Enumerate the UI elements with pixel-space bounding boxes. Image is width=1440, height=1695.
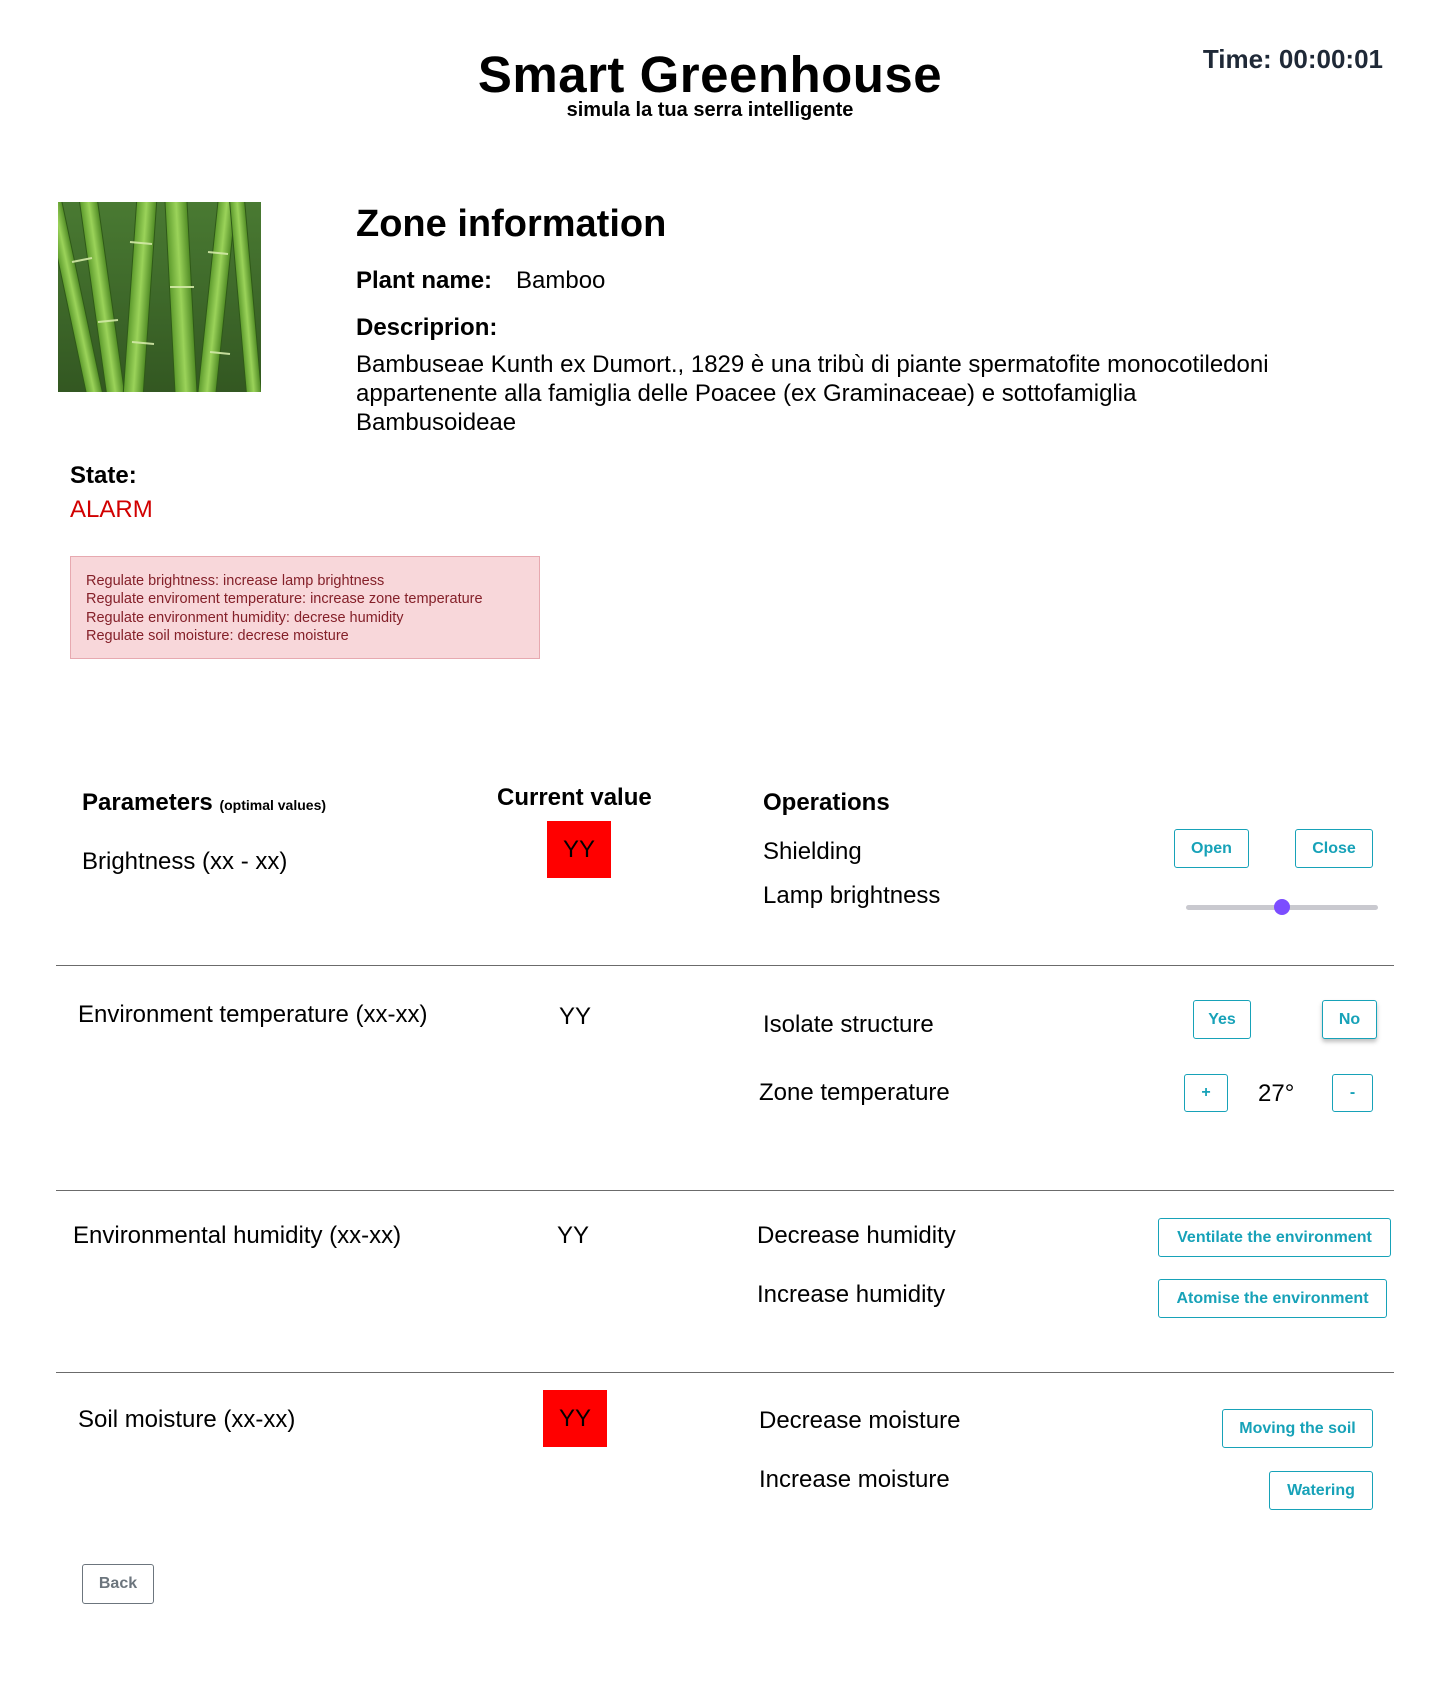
timer: Time: 00:00:01 [1202, 44, 1383, 74]
temperature-decrease-button[interactable]: - [1332, 1074, 1373, 1112]
isolate-no-button[interactable]: No [1322, 1000, 1377, 1039]
plant-name-label: Plant name: [356, 267, 493, 294]
alert-line: Regulate brightness: increase lamp brigh… [86, 573, 385, 589]
description-label: Descriprion: [356, 314, 498, 341]
back-button[interactable]: Back [82, 1564, 154, 1604]
param-temperature: Environment temperature (xx-xx) [78, 1001, 428, 1028]
shielding-close-button[interactable]: Close [1295, 829, 1373, 868]
zone-title: Zone information [356, 203, 667, 245]
temperature-increase-button[interactable]: + [1184, 1074, 1228, 1112]
plant-image [58, 202, 261, 392]
parameters-header: Parameters (optimal values) [82, 789, 326, 817]
slider-thumb[interactable] [1274, 899, 1290, 915]
param-brightness: Brightness (xx - xx) [82, 848, 288, 875]
watering-button[interactable]: Watering [1269, 1471, 1373, 1510]
current-value-temperature: YY [559, 1003, 592, 1030]
op-decrease-moisture-label: Decrease moisture [759, 1407, 961, 1434]
op-shielding-label: Shielding [763, 838, 862, 865]
description-text: Bambuseae Kunth ex Dumort., 1829 è una t… [356, 351, 1269, 436]
ventilate-button[interactable]: Ventilate the environment [1158, 1218, 1391, 1257]
param-soil-moisture: Soil moisture (xx-xx) [78, 1406, 296, 1433]
op-zone-temperature-label: Zone temperature [759, 1079, 950, 1106]
current-value-soil-moisture: YY [543, 1390, 607, 1447]
op-increase-humidity-label: Increase humidity [757, 1281, 946, 1308]
op-increase-moisture-label: Increase moisture [759, 1466, 950, 1493]
param-humidity: Environmental humidity (xx-xx) [73, 1222, 402, 1249]
current-value-humidity: YY [557, 1222, 590, 1249]
alert-line: Regulate environment humidity: decrese h… [86, 609, 404, 626]
op-decrease-humidity-label: Decrease humidity [757, 1222, 956, 1249]
app-subtitle: simula la tua serra intelligente [566, 99, 854, 121]
parameters-header-label: Parameters [82, 789, 213, 816]
moving-soil-button[interactable]: Moving the soil [1222, 1409, 1373, 1448]
isolate-yes-button[interactable]: Yes [1193, 1000, 1251, 1039]
alert-box: Regulate brightness: increase lamp brigh… [70, 556, 540, 659]
shielding-open-button[interactable]: Open [1174, 829, 1249, 868]
current-value-brightness: YY [547, 821, 611, 878]
alert-line: Regulate enviroment temperature: increas… [86, 591, 483, 608]
parameters-header-note: (optimal values) [219, 797, 327, 813]
state-value: ALARM [70, 496, 153, 523]
op-lamp-brightness-label: Lamp brightness [763, 882, 941, 909]
row-divider [56, 1372, 1394, 1373]
state-label: State: [70, 462, 137, 489]
op-isolate-structure-label: Isolate structure [763, 1011, 934, 1038]
atomise-button[interactable]: Atomise the environment [1158, 1279, 1387, 1318]
plant-name-value: Bamboo [516, 267, 606, 294]
zone-temperature-value: 27° [1258, 1080, 1295, 1107]
alert-line: Regulate soil moisture: decrese moisture [86, 627, 349, 644]
current-value-header: Current value [497, 784, 652, 811]
row-divider [56, 1190, 1394, 1191]
operations-header: Operations [763, 789, 890, 816]
row-divider [56, 965, 1394, 966]
